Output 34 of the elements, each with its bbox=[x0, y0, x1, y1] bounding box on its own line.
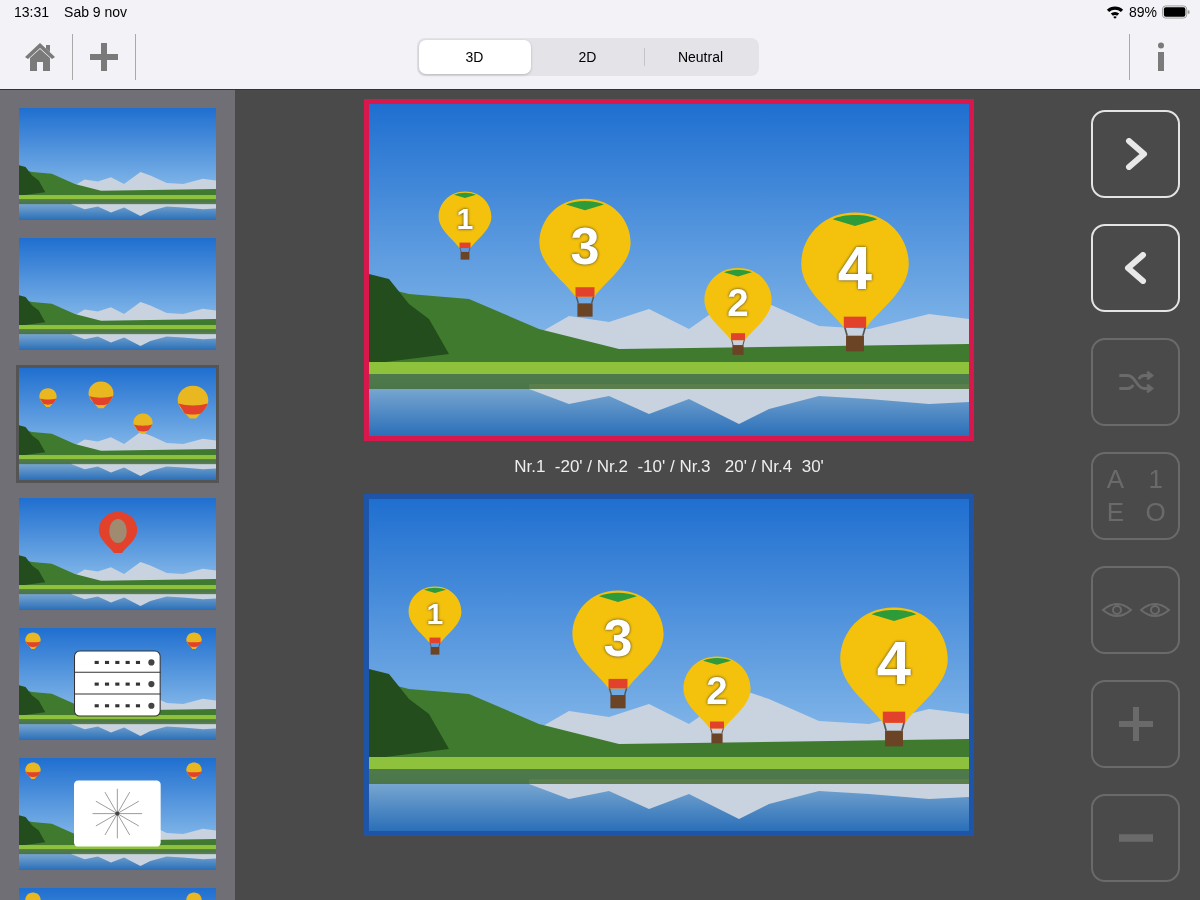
plus-icon bbox=[89, 41, 119, 72]
mode-tab[interactable]: Neutral bbox=[644, 39, 757, 74]
slide-thumbnail[interactable] bbox=[19, 238, 216, 350]
info-icon bbox=[1156, 41, 1166, 72]
balloon-number: 3 bbox=[570, 220, 600, 273]
chevron-left-icon bbox=[1123, 252, 1148, 284]
balloon-number: 4 bbox=[876, 632, 912, 695]
mode-tab[interactable]: 3D bbox=[418, 39, 531, 74]
status-date: Sab 9 nov bbox=[64, 4, 128, 20]
mode-tab[interactable]: 2D bbox=[531, 39, 644, 74]
slide-thumbnail[interactable] bbox=[19, 628, 216, 740]
balloon-number: 1 bbox=[426, 598, 444, 630]
plus-icon bbox=[1117, 706, 1154, 742]
slide-thumbnail[interactable] bbox=[19, 498, 216, 610]
home-icon bbox=[24, 41, 56, 72]
balloon-number: 1 bbox=[456, 203, 474, 235]
slide-thumbnail[interactable] bbox=[19, 368, 216, 480]
previous-button[interactable] bbox=[1091, 224, 1180, 312]
balloon-number: 2 bbox=[706, 672, 728, 711]
wifi-icon bbox=[1105, 5, 1124, 19]
balloon-number: 3 bbox=[603, 611, 633, 665]
chevron-right-icon bbox=[1123, 138, 1148, 170]
balloon-number: 4 bbox=[837, 237, 873, 300]
battery-icon bbox=[1162, 5, 1190, 19]
slide-thumbnail[interactable] bbox=[19, 108, 216, 220]
offset-caption: Nr.1 -20' / Nr.2 -10' / Nr.3 20' / Nr.4 30' bbox=[514, 457, 824, 477]
eyes-icon bbox=[1100, 600, 1171, 620]
slide-thumbnail[interactable] bbox=[19, 758, 216, 870]
battery-percent: 89% bbox=[1128, 4, 1157, 20]
minus-icon bbox=[1118, 834, 1153, 842]
balloon-number: 2 bbox=[727, 283, 749, 323]
shuffle-icon bbox=[1116, 369, 1155, 395]
status-time: 13:31 bbox=[14, 4, 50, 20]
next-button[interactable] bbox=[1091, 110, 1180, 198]
